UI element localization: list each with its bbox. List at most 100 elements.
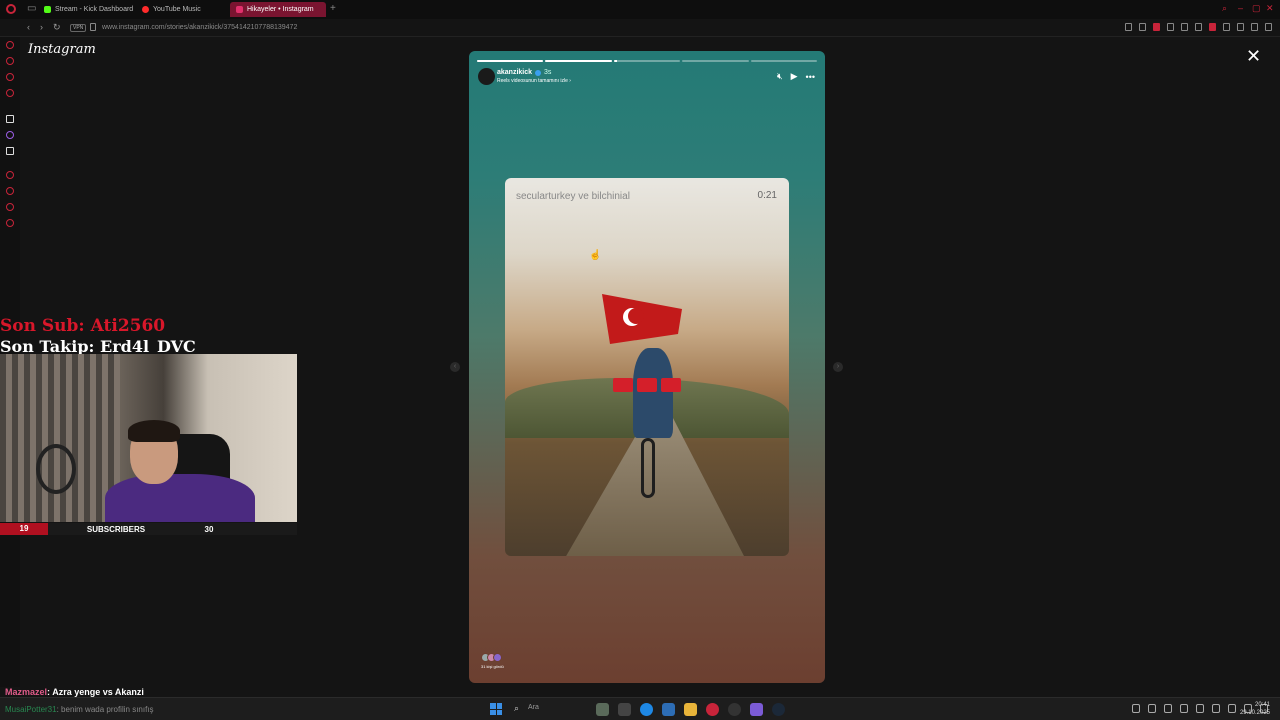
bookmark-icon[interactable]: [1125, 23, 1132, 31]
previous-story-button[interactable]: ‹: [450, 362, 460, 372]
tray-app-icon[interactable]: [1164, 704, 1172, 713]
sidebar-heart-icon[interactable]: [6, 203, 14, 211]
story-viewers[interactable]: 31 kişi gördü: [481, 653, 504, 669]
curtain: [0, 354, 120, 522]
story-viewer[interactable]: akanzikick 3s Reels videosunun tamamını …: [469, 51, 825, 683]
story-header: akanzikick 3s: [497, 69, 551, 76]
story-progress-bar: [477, 60, 818, 62]
sidebar-messenger-icon[interactable]: [6, 73, 14, 81]
start-button[interactable]: [490, 703, 502, 715]
close-window-button[interactable]: ✕: [1266, 3, 1274, 14]
edge-icon[interactable]: [640, 703, 653, 716]
sidebar-twitch-icon[interactable]: [6, 131, 14, 139]
story-controls: 🔇︎ ▶ •••: [777, 71, 815, 82]
subscriber-goal-bar: 19 SUBSCRIBERS 30: [0, 523, 297, 535]
opera-icon[interactable]: [1153, 23, 1160, 31]
wallet-icon[interactable]: [1223, 23, 1230, 31]
reload-button[interactable]: ↻: [53, 22, 61, 33]
tab-menu-icon[interactable]: ▭: [27, 3, 36, 14]
sidebar-kick-icon[interactable]: [6, 115, 14, 123]
sub-goal-current: 19: [0, 523, 48, 535]
sidebar-x-icon[interactable]: [6, 147, 14, 155]
watch-full-reel-link[interactable]: Reels videosunun tamamını izle ›: [497, 78, 571, 84]
tray-overflow-icon[interactable]: [1132, 704, 1140, 713]
hanging-headset: [36, 444, 76, 494]
taskbar-search[interactable]: Ara: [528, 704, 539, 711]
progress-fill: [477, 60, 544, 62]
mute-icon[interactable]: 🔇︎: [777, 71, 783, 82]
menu-icon[interactable]: [1265, 23, 1272, 31]
opera-taskbar-icon[interactable]: [706, 703, 719, 716]
sidebar-history-icon[interactable]: [6, 171, 14, 179]
windows-logo-tile: [496, 703, 502, 709]
profile-icon[interactable]: [1209, 23, 1216, 31]
viewer-avatar: [493, 653, 502, 662]
webcam-feed: [0, 354, 297, 522]
chat-username: MusaiPotter31: [5, 705, 57, 714]
tab-youtube-music[interactable]: YouTube Music: [136, 2, 207, 17]
extensions-icon[interactable]: [1195, 23, 1202, 31]
minimize-button[interactable]: –: [1238, 3, 1243, 13]
viewers-count: 31 kişi gördü: [481, 664, 504, 669]
url-field[interactable]: www.instagram.com/stories/akanzikick/375…: [102, 24, 297, 31]
more-options-icon[interactable]: •••: [806, 72, 815, 82]
tab-kick-dashboard[interactable]: Stream - Kick Dashboard: [38, 2, 139, 17]
sidebar-workspace-icon[interactable]: [6, 57, 14, 65]
avatar[interactable]: [478, 68, 495, 85]
browser-tab-bar: ▭ Stream - Kick Dashboard YouTube Music …: [0, 0, 1280, 19]
play-icon[interactable]: ▶: [791, 71, 798, 82]
chat-text: : Azra yenge vs Akanzi: [47, 687, 144, 697]
next-story-button[interactable]: ›: [833, 362, 843, 372]
snapshot-icon[interactable]: [1139, 23, 1146, 31]
new-tab-button[interactable]: +: [330, 3, 336, 14]
microphone-icon[interactable]: [1212, 704, 1220, 713]
small-flag: [613, 378, 633, 392]
file-explorer-icon[interactable]: [684, 703, 697, 716]
windows-logo-tile: [490, 709, 496, 715]
task-view-icon[interactable]: [618, 703, 631, 716]
tab-label: YouTube Music: [153, 6, 201, 13]
search-icon[interactable]: ⌕: [514, 703, 519, 714]
steam-icon[interactable]: [772, 703, 785, 716]
sidebar-clock-icon[interactable]: [6, 187, 14, 195]
display-icon[interactable]: [1228, 704, 1236, 713]
obs-icon[interactable]: [728, 703, 741, 716]
discord-icon[interactable]: [750, 703, 763, 716]
progress-fill: [545, 60, 612, 62]
forward-button[interactable]: ›: [40, 22, 43, 32]
lock-icon[interactable]: [90, 23, 96, 31]
mouse-cursor-icon: ☝: [589, 250, 602, 261]
maximize-button[interactable]: ▢: [1252, 3, 1261, 14]
easy-setup-icon[interactable]: [1251, 23, 1258, 31]
progress-segment: [682, 60, 749, 62]
bicycle: [641, 438, 655, 498]
windows-taskbar: ⌕ Ara 20:41 29.10.2025: [0, 697, 1280, 720]
vpn-badge[interactable]: VPN: [70, 24, 87, 32]
widgets-icon[interactable]: [596, 703, 609, 716]
opera-logo-icon[interactable]: [6, 4, 16, 14]
address-bar: ‹ › ↻ VPN www.instagram.com/stories/akan…: [0, 19, 1280, 37]
close-story-button[interactable]: ✕: [1246, 46, 1261, 67]
taskbar-clock[interactable]: 20:41 29.10.2025: [1240, 701, 1270, 717]
story-username[interactable]: akanzikick: [497, 69, 532, 76]
chat-message: MusaiPotter31: benim wada profilin sınıf…: [5, 705, 154, 714]
story-time: 3s: [544, 69, 552, 76]
heart-icon[interactable]: [1181, 23, 1188, 31]
small-flag: [661, 378, 681, 392]
story-video[interactable]: secularturkey ve bilchinial 0:21 ☝: [505, 178, 789, 556]
tray-app-icon[interactable]: [1148, 704, 1156, 713]
tray-app-icon[interactable]: [1196, 704, 1204, 713]
back-button[interactable]: ‹: [27, 22, 30, 32]
sidebar-settings-icon[interactable]: [6, 219, 14, 227]
download-icon[interactable]: [1237, 23, 1244, 31]
sidebar-music-icon[interactable]: [6, 89, 14, 97]
streamer-body: [105, 474, 255, 522]
store-icon[interactable]: [662, 703, 675, 716]
search-tabs-icon[interactable]: ⌕: [1222, 3, 1227, 14]
tab-instagram-stories[interactable]: Hikayeler • Instagram: [230, 2, 326, 17]
progress-segment: [613, 60, 681, 62]
play-icon[interactable]: [1167, 23, 1174, 31]
sidebar-aria-icon[interactable]: [6, 41, 14, 49]
instagram-logo[interactable]: Instagram: [28, 42, 96, 57]
tray-app-icon[interactable]: [1180, 704, 1188, 713]
